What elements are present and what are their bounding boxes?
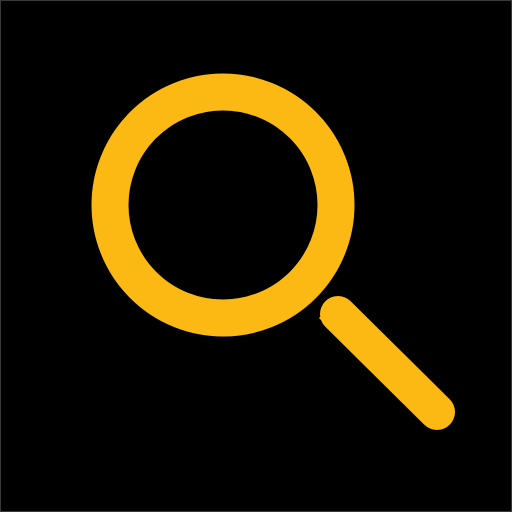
search-icon <box>91 73 455 430</box>
magnifier-handle <box>320 296 455 430</box>
search-icon-tile[interactable] <box>1 1 511 511</box>
magnifier-lens <box>91 73 355 337</box>
